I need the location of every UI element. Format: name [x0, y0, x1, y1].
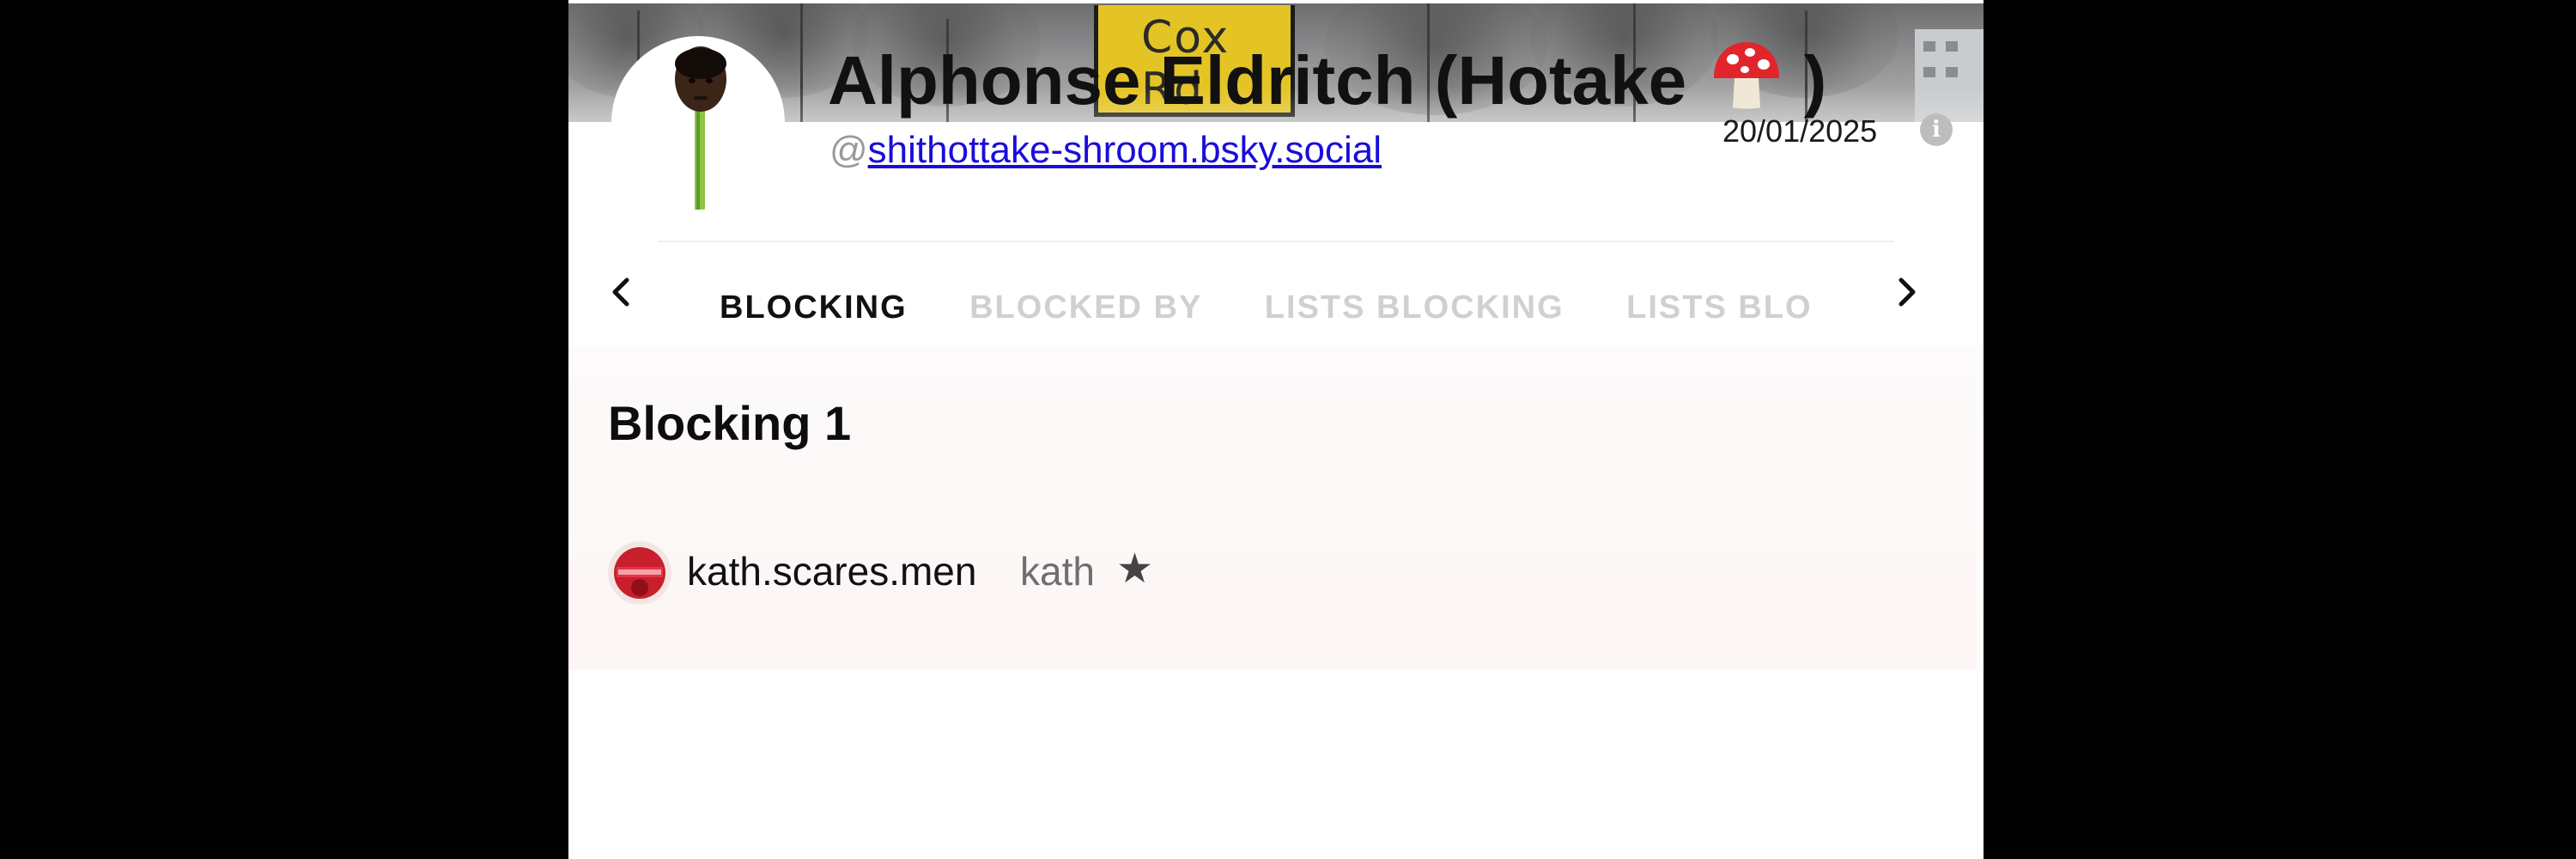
- profile-handle: @shithottake-shroom.bsky.social: [829, 129, 1382, 172]
- handle-at-symbol: @: [829, 129, 868, 171]
- tab-blocked-by[interactable]: BLOCKED BY: [969, 280, 1202, 335]
- tab-blocking[interactable]: BLOCKING: [720, 280, 908, 335]
- profile-display-name: Alphonse Eldritch (Hotake ): [828, 38, 1826, 124]
- list-item-handle[interactable]: kath.scares.men: [687, 548, 976, 594]
- chevron-left-icon[interactable]: [605, 273, 639, 311]
- blocking-panel: Blocking 1 kath.scares.men kath ★: [568, 345, 1977, 670]
- profile-avatar[interactable]: [611, 36, 785, 210]
- profile-date: 20/01/2025: [1722, 113, 1878, 149]
- avatar-image: [675, 46, 726, 210]
- avatar[interactable]: [608, 541, 671, 605]
- building-window: [1923, 41, 1935, 52]
- building-window: [1923, 67, 1935, 77]
- profile-screen: Cox Rd Alphonse Eldritch (Hotake: [568, 0, 1984, 859]
- display-name-text: Alphonse Eldritch (Hotake: [828, 42, 1687, 119]
- mushroom-icon: [1714, 42, 1780, 109]
- info-icon[interactable]: i: [1920, 113, 1953, 146]
- building-window: [1946, 41, 1958, 52]
- user-avatar-image: [608, 541, 671, 605]
- building-window: [1946, 67, 1958, 77]
- tab-strip: BLOCKING BLOCKED BY LISTS BLOCKING LISTS…: [720, 280, 1812, 340]
- handle-link[interactable]: shithottake-shroom.bsky.social: [868, 129, 1382, 171]
- tab-bar: BLOCKING BLOCKED BY LISTS BLOCKING LISTS…: [568, 242, 1984, 345]
- tab-lists-blocked-by[interactable]: LISTS BLOCKED BY: [1626, 280, 1812, 335]
- section-title: Blocking 1: [608, 396, 852, 450]
- star-icon: ★: [1116, 545, 1154, 593]
- display-name-close: ): [1803, 42, 1827, 119]
- chevron-right-icon[interactable]: [1889, 273, 1923, 311]
- tab-lists-blocking[interactable]: LISTS BLOCKING: [1265, 280, 1564, 335]
- list-item-name: kath: [1020, 549, 1095, 594]
